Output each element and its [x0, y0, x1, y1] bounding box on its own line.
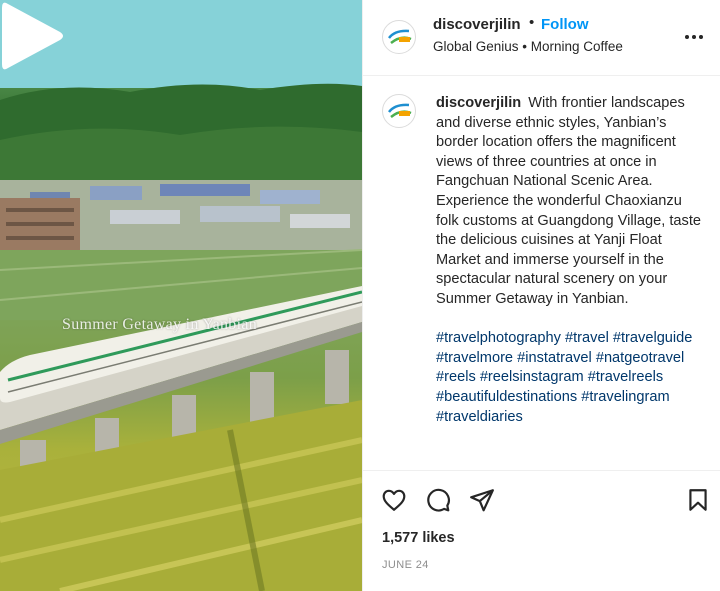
hashtag-link[interactable]: #travelreels [588, 369, 663, 385]
hashtag-link[interactable]: #reelsinstagram [480, 369, 584, 385]
post-actions: 1,577 likes JUNE 24 [363, 470, 720, 591]
hashtag-link[interactable]: #travelmore [436, 350, 513, 366]
caption-avatar[interactable] [382, 94, 416, 128]
separator-dot: • [529, 14, 535, 31]
hashtag-link[interactable]: #travelguide [613, 330, 693, 346]
hashtag-link[interactable]: #traveldiaries [436, 409, 523, 425]
hashtag-link[interactable]: #beautifuldestinations [436, 389, 577, 405]
avatar[interactable] [382, 20, 416, 54]
post-panel: discoverjilin • Follow Global Genius • M… [362, 0, 720, 591]
hashtag-link[interactable]: #instatravel [517, 350, 592, 366]
discoverjilin-logo-icon [388, 103, 412, 118]
hashtag-link[interactable]: #travelphotography [436, 330, 561, 346]
comment-icon[interactable] [425, 487, 451, 513]
play-icon[interactable] [0, 0, 66, 72]
share-icon[interactable] [469, 487, 495, 513]
header-username[interactable]: discoverjilin [433, 16, 521, 33]
likes-count[interactable]: 1,577 likes [382, 530, 455, 546]
hashtag-link[interactable]: #natgeotravel [596, 350, 684, 366]
heart-icon[interactable] [381, 487, 407, 513]
more-horizontal-icon[interactable] [683, 26, 705, 48]
hashtag-list: #travelphotography #travel #travelguide … [436, 329, 708, 427]
hashtag-link[interactable]: #reels [436, 369, 476, 385]
hashtag-link[interactable]: #travel [565, 330, 609, 346]
post-header: discoverjilin • Follow Global Genius • M… [363, 0, 720, 76]
follow-button[interactable]: Follow [541, 16, 589, 33]
caption-section: discoverjilin With frontier landscapes a… [363, 76, 720, 470]
video-overlay-caption: Summer Getaway in Yanbian [62, 316, 258, 333]
caption-body: With frontier landscapes and diverse eth… [436, 95, 702, 307]
bookmark-icon[interactable] [685, 487, 711, 513]
audio-attribution[interactable]: Global Genius • Morning Coffee [433, 39, 623, 54]
hashtag-link[interactable]: #travelingram [581, 389, 669, 405]
discoverjilin-logo-icon [388, 29, 412, 44]
video-player[interactable]: Summer Getaway in Yanbian [0, 0, 362, 591]
caption-username[interactable]: discoverjilin [436, 95, 521, 111]
caption-text: discoverjilin With frontier landscapes a… [436, 94, 708, 427]
post-date: JUNE 24 [382, 559, 429, 571]
video-frame [0, 0, 362, 591]
